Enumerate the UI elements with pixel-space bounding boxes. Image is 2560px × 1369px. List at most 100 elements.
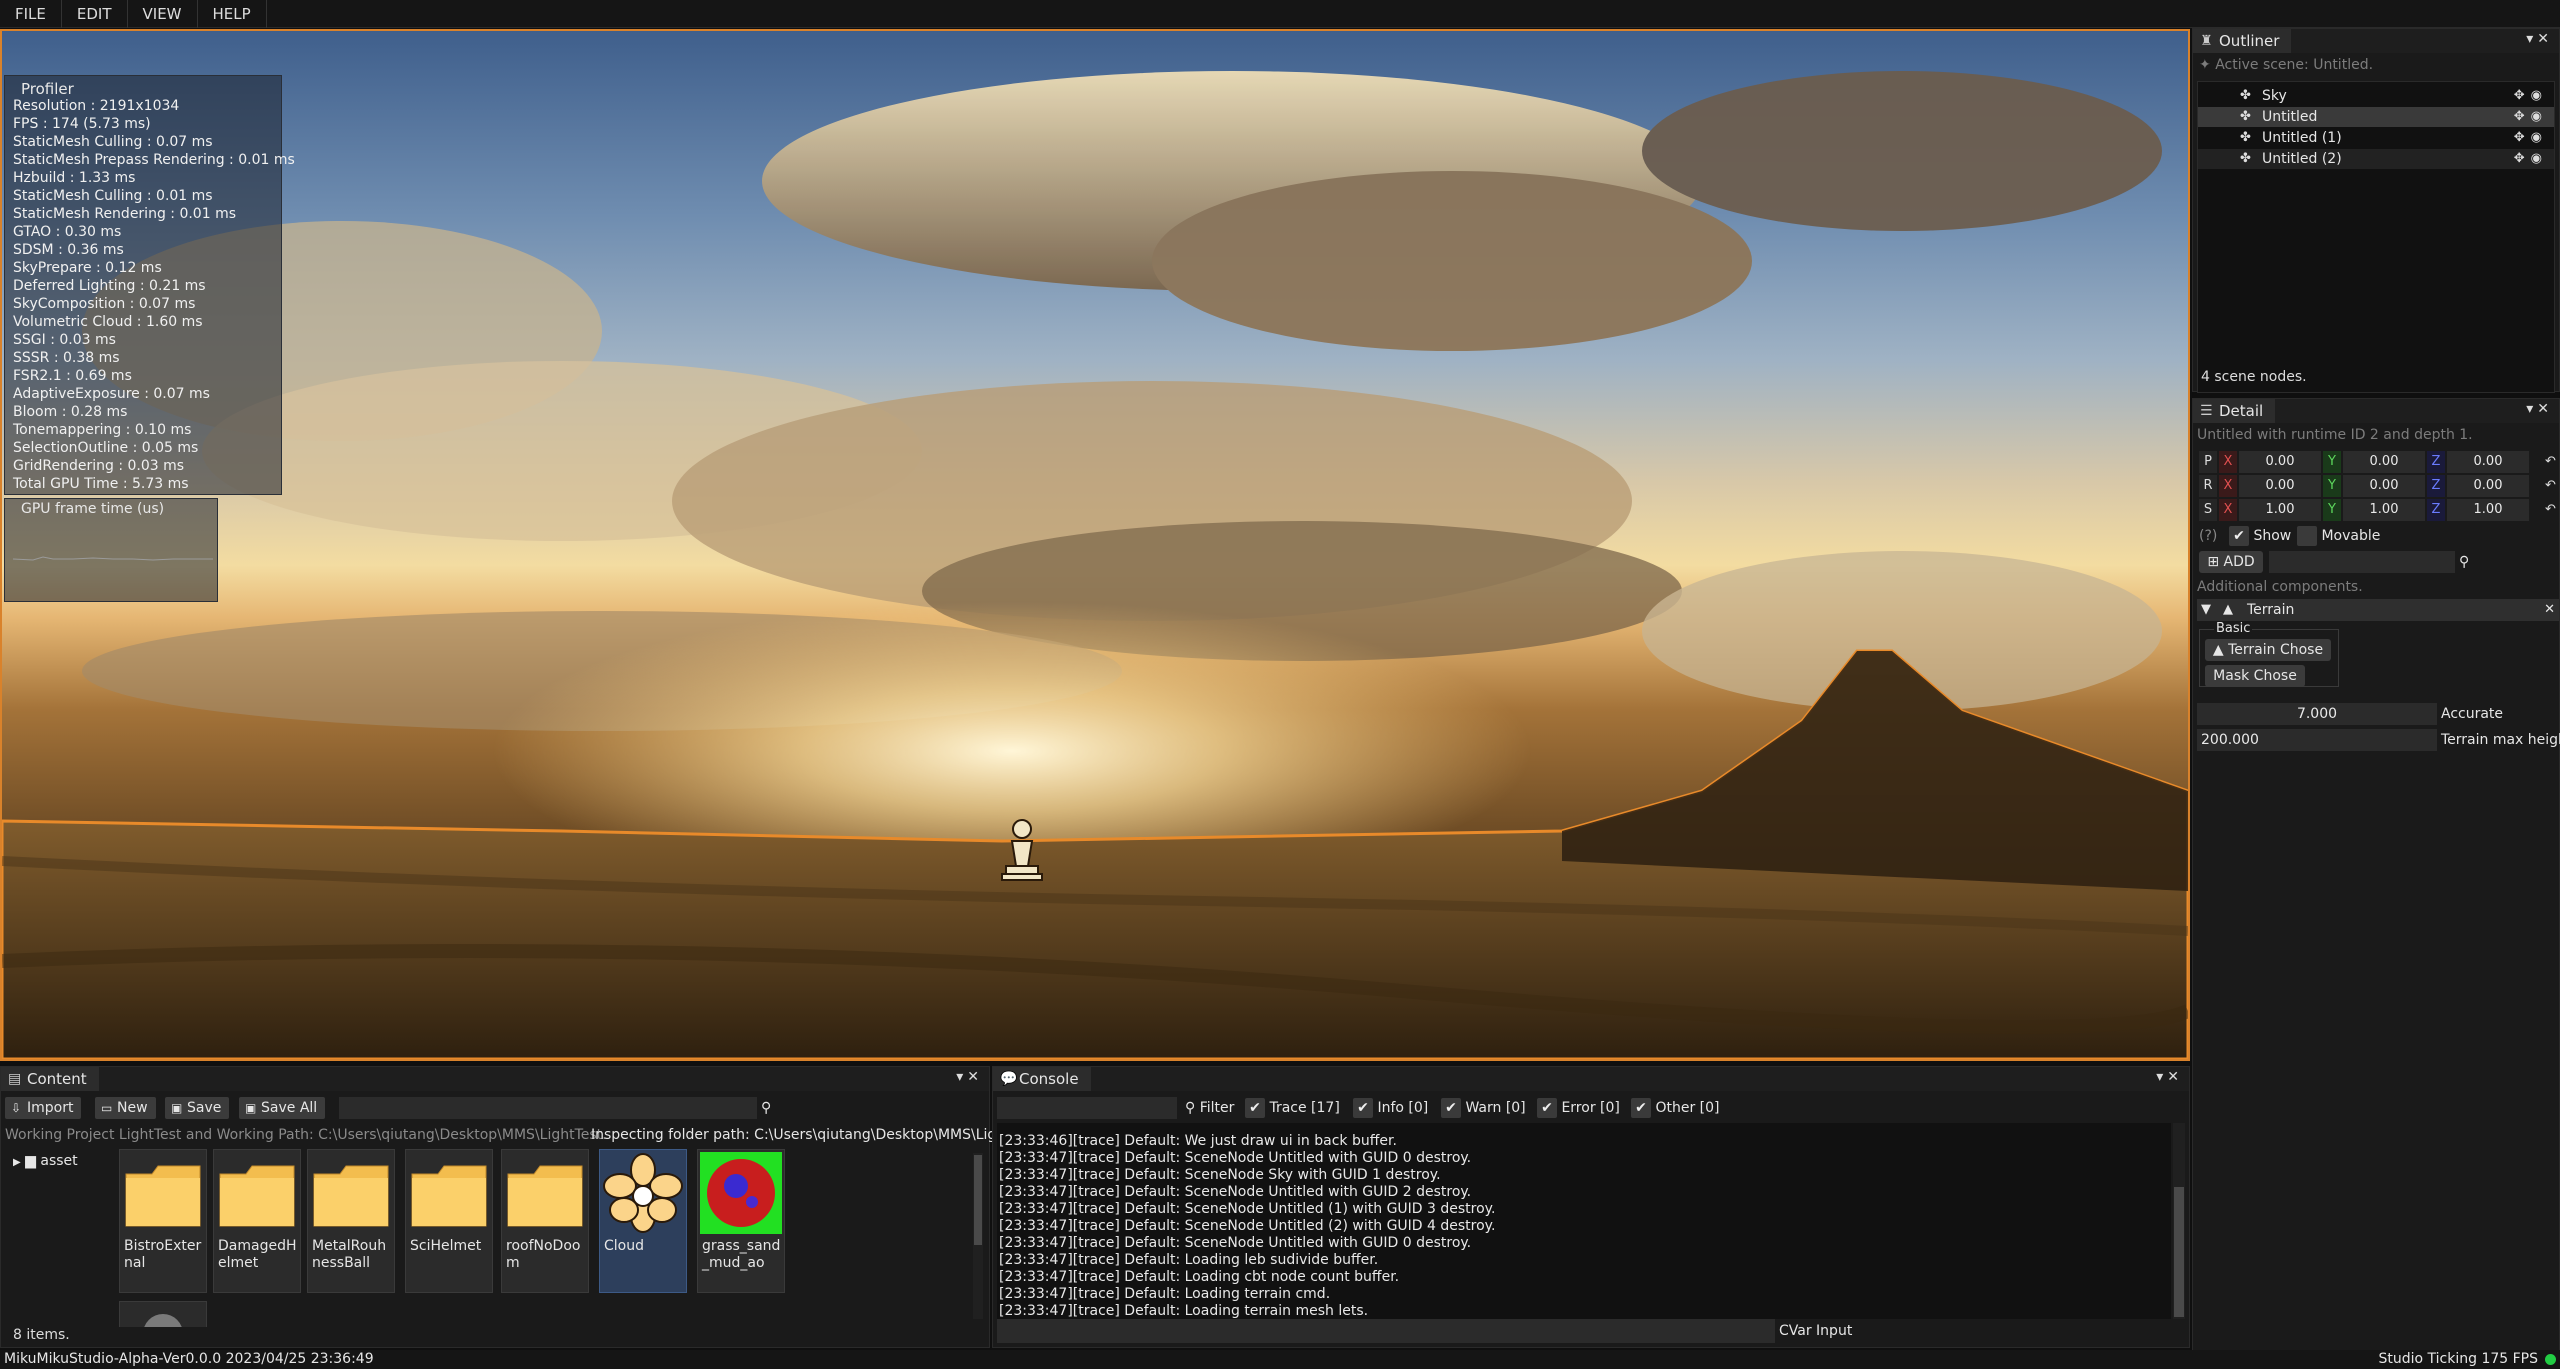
reset-icon[interactable]: ↶	[2545, 499, 2559, 521]
asset-item[interactable]: BistroExternal	[119, 1149, 207, 1293]
position-x-field[interactable]: 0.00	[2239, 451, 2321, 473]
tree-node-sky[interactable]: ✤ Sky ✥◉	[2198, 86, 2554, 106]
error-checkbox[interactable]: ✔	[1537, 1098, 1557, 1118]
show-checkbox[interactable]: ✔	[2229, 526, 2249, 546]
save-all-button[interactable]: ▣ Save All	[239, 1097, 326, 1119]
tab-console[interactable]: 💬 Console	[993, 1067, 1091, 1091]
expand-icon[interactable]: ▶	[13, 1157, 21, 1168]
asset-item[interactable]: Cloud	[599, 1149, 687, 1293]
terrain-component-header[interactable]: ▼ ▲ Terrain ✕	[2197, 599, 2559, 621]
tab-outliner[interactable]: ♜ Outliner	[2193, 29, 2292, 53]
other-checkbox[interactable]: ✔	[1631, 1098, 1651, 1118]
new-label: New	[117, 1100, 148, 1116]
terrain-max-height-field[interactable]: 200.000	[2197, 729, 2437, 751]
dropdown-icon[interactable]: ▾	[2526, 31, 2537, 47]
filter-input[interactable]	[997, 1097, 1177, 1119]
dropdown-icon[interactable]: ▾	[2156, 1069, 2167, 1085]
close-icon[interactable]: ✕	[2544, 599, 2555, 621]
accurate-field[interactable]: 7.000	[2197, 703, 2437, 725]
tab-outliner-label: Outliner	[2219, 32, 2280, 50]
add-component-button[interactable]: ⊞ ADD	[2199, 551, 2263, 573]
content-search-input[interactable]	[339, 1097, 757, 1119]
close-icon[interactable]: ✕	[967, 1069, 983, 1085]
move-icon[interactable]: ✥	[2514, 109, 2531, 124]
node-icon: ✤	[2240, 109, 2251, 124]
move-icon[interactable]: ✥	[2514, 151, 2531, 166]
rotation-y-field[interactable]: 0.00	[2343, 475, 2425, 497]
plus-icon: ⊞	[2207, 554, 2224, 570]
asset-item[interactable]: roofNoDoom	[501, 1149, 589, 1293]
search-icon[interactable]: ⚲	[761, 1097, 771, 1119]
scrollbar-thumb[interactable]	[2174, 1187, 2184, 1317]
tree-node-untitled-1[interactable]: ✤ Untitled (1) ✥◉	[2198, 128, 2554, 148]
position-y-field[interactable]: 0.00	[2343, 451, 2425, 473]
asset-item[interactable]	[119, 1301, 207, 1327]
profiler-line: StaticMesh Culling : 0.07 ms	[13, 134, 213, 150]
show-toggle[interactable]: ✔ Show	[2229, 525, 2291, 547]
close-icon[interactable]: ✕	[2537, 31, 2553, 47]
terrain-chose-button[interactable]: ▲ Terrain Chose	[2205, 639, 2331, 661]
asset-item[interactable]: DamagedHelmet	[213, 1149, 301, 1293]
move-icon[interactable]: ✥	[2514, 130, 2531, 145]
eye-icon[interactable]: ◉	[2531, 88, 2548, 103]
component-search-input[interactable]	[2269, 551, 2455, 573]
tree-node-untitled[interactable]: ✤ Untitled ✥◉	[2198, 107, 2554, 127]
dropdown-icon[interactable]: ▾	[956, 1069, 967, 1085]
other-toggle[interactable]: ✔ Other [0]	[1631, 1097, 1720, 1119]
rotation-row: R X 0.00 Y 0.00 Z 0.00 ↶	[2197, 475, 2559, 497]
move-icon[interactable]: ✥	[2514, 88, 2531, 103]
tree-node-untitled-2[interactable]: ✤ Untitled (2) ✥◉	[2198, 149, 2554, 169]
warn-checkbox[interactable]: ✔	[1441, 1098, 1461, 1118]
movable-toggle[interactable]: Movable	[2297, 525, 2380, 547]
mask-chose-button[interactable]: Mask Chose	[2205, 665, 2305, 687]
asset-name: grass_sand_mud_ao	[702, 1238, 781, 1271]
scale-x-field[interactable]: 1.00	[2239, 499, 2321, 521]
eye-icon[interactable]: ◉	[2531, 109, 2548, 124]
save-button[interactable]: ▣ Save	[165, 1097, 230, 1119]
menu-edit[interactable]: EDIT	[62, 0, 128, 28]
content-scrollbar[interactable]	[973, 1153, 983, 1319]
menu-view[interactable]: VIEW	[128, 0, 198, 28]
rotation-x-field[interactable]: 0.00	[2239, 475, 2321, 497]
reset-icon[interactable]: ↶	[2545, 451, 2559, 473]
info-toggle[interactable]: ✔ Info [0]	[1353, 1097, 1428, 1119]
warn-toggle[interactable]: ✔ Warn [0]	[1441, 1097, 1526, 1119]
help-marker[interactable]: (?)	[2199, 525, 2217, 547]
scale-y-field[interactable]: 1.00	[2343, 499, 2425, 521]
tab-content[interactable]: ▤ Content	[1, 1067, 99, 1091]
eye-icon[interactable]: ◉	[2531, 130, 2548, 145]
reset-icon[interactable]: ↶	[2545, 475, 2559, 497]
import-button[interactable]: ⇩ Import	[5, 1097, 82, 1119]
scene-viewport[interactable]: Profiler Resolution : 2191x1034 FPS : 17…	[0, 29, 2190, 1061]
position-z-field[interactable]: 0.00	[2447, 451, 2529, 473]
trace-toggle[interactable]: ✔ Trace [17]	[1245, 1097, 1340, 1119]
tab-detail[interactable]: ☰ Detail	[2193, 399, 2276, 423]
console-scrollbar[interactable]	[2173, 1123, 2185, 1319]
dropdown-icon[interactable]: ▾	[2526, 401, 2537, 417]
rotation-z-field[interactable]: 0.00	[2447, 475, 2529, 497]
gpu-frame-line	[13, 556, 213, 561]
collapse-icon[interactable]: ▼	[2201, 599, 2211, 621]
asset-item[interactable]: SciHelmet	[405, 1149, 493, 1293]
cvar-input[interactable]	[997, 1319, 1775, 1343]
asset-item[interactable]: MetalRouhnessBall	[307, 1149, 395, 1293]
scale-z-field[interactable]: 1.00	[2447, 499, 2529, 521]
axis-z-label: Z	[2427, 451, 2445, 473]
item-count: 8 items.	[13, 1327, 70, 1343]
trace-checkbox[interactable]: ✔	[1245, 1098, 1265, 1118]
scrollbar-thumb[interactable]	[974, 1155, 982, 1245]
error-toggle[interactable]: ✔ Error [0]	[1537, 1097, 1620, 1119]
menu-file[interactable]: FILE	[0, 0, 62, 28]
folder-tree-item-asset[interactable]: ▶ ▆ asset	[13, 1153, 78, 1169]
close-icon[interactable]: ✕	[2167, 1069, 2183, 1085]
search-icon[interactable]: ⚲	[2459, 551, 2469, 573]
asset-item[interactable]: grass_sand_mud_ao	[697, 1149, 785, 1293]
eye-icon[interactable]: ◉	[2531, 151, 2548, 166]
menu-help[interactable]: HELP	[198, 0, 267, 28]
new-button[interactable]: ▭ New	[95, 1097, 156, 1119]
axis-y-label: Y	[2323, 475, 2341, 497]
movable-checkbox[interactable]	[2297, 526, 2317, 546]
close-icon[interactable]: ✕	[2537, 401, 2553, 417]
info-checkbox[interactable]: ✔	[1353, 1098, 1373, 1118]
node-label: Untitled (1)	[2262, 130, 2342, 146]
